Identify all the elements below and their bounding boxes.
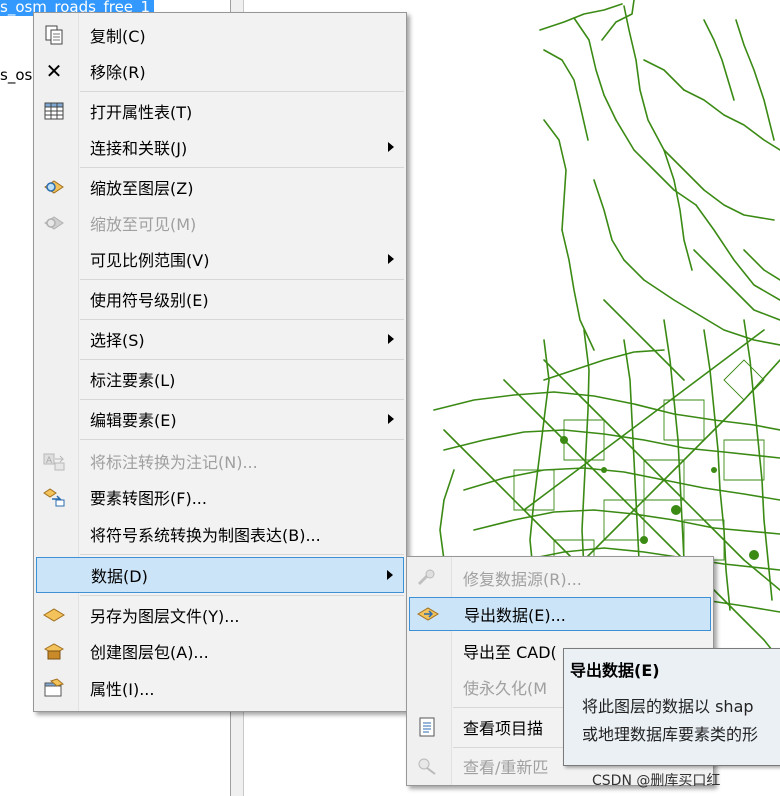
- export-data-icon: [416, 603, 440, 625]
- menu-item-label: 缩放至可见(M): [90, 215, 197, 234]
- menu-separator: [80, 319, 404, 320]
- menu-item-properties[interactable]: 属性(I)...: [36, 669, 404, 707]
- submenu-arrow-icon: [388, 334, 394, 344]
- tooltip-description-line: 或地理数据库要素类的形: [582, 725, 759, 744]
- menu-item-edit-features[interactable]: 编辑要素(E): [36, 401, 404, 437]
- menu-item-zoom-to-visible[interactable]: 缩放至可见(M): [36, 205, 404, 241]
- properties-icon: [42, 677, 66, 699]
- table-icon: [42, 100, 66, 122]
- menu-item-remove[interactable]: ✕ 移除(R): [36, 53, 404, 89]
- menu-item-label: 使用符号级别(E): [90, 291, 209, 310]
- menu-item-label: 修复数据源(R)...: [463, 570, 582, 589]
- menu-item-label: 另存为图层文件(Y)...: [90, 607, 240, 626]
- toc-layer-item[interactable]: s_os: [0, 66, 32, 84]
- features-to-graphics-icon: [42, 486, 66, 508]
- layer-context-menu: 复制(C) ✕ 移除(R) 打开属性表(T) 连接和关联(J) 缩放至图层(Z)…: [33, 12, 407, 712]
- tooltip-description-line: 将此图层的数据以 shap: [582, 697, 754, 716]
- submenu-arrow-icon: [388, 414, 394, 424]
- copy-icon: [42, 24, 66, 46]
- menu-item-label: 数据(D): [91, 567, 148, 586]
- menu-item-convert-labels[interactable]: A 将标注转换为注记(N)...: [36, 443, 404, 479]
- menu-item-label: 复制(C): [90, 26, 146, 46]
- item-description-icon: [415, 716, 439, 738]
- menu-item-label-features[interactable]: 标注要素(L): [36, 361, 404, 397]
- menu-item-label: 要素转图形(F)...: [90, 489, 207, 508]
- menu-item-label: 缩放至图层(Z): [90, 179, 194, 198]
- menu-item-label: 导出数据(E)...: [464, 606, 566, 625]
- rematch-icon: [415, 755, 439, 777]
- menu-separator: [80, 167, 404, 168]
- menu-item-label: 选择(S): [90, 331, 145, 350]
- menu-item-selection[interactable]: 选择(S): [36, 321, 404, 357]
- menu-item-label: 标注要素(L): [90, 371, 176, 390]
- menu-item-label: 导出至 CAD(: [463, 643, 557, 662]
- menu-item-label: 将符号系统转换为制图表达(B)...: [90, 526, 321, 545]
- menu-item-label: 编辑要素(E): [90, 411, 177, 430]
- convert-labels-icon: A: [42, 450, 66, 472]
- repair-source-icon: [415, 567, 439, 589]
- menu-separator: [80, 279, 404, 280]
- menu-item-features-to-graphics[interactable]: 要素转图形(F)...: [36, 479, 404, 515]
- submenu-arrow-icon: [388, 142, 394, 152]
- menu-item-export-data[interactable]: 导出数据(E)...: [409, 597, 711, 631]
- menu-item-use-symbol-levels[interactable]: 使用符号级别(E): [36, 281, 404, 317]
- tooltip-title: 导出数据(E): [570, 661, 660, 680]
- menu-separator: [80, 439, 404, 440]
- menu-item-data[interactable]: 数据(D): [36, 557, 404, 593]
- export-data-tooltip: 导出数据(E) 将此图层的数据以 shap 或地理数据库要素类的形: [563, 648, 780, 766]
- menu-item-label: 使永久化(M: [463, 679, 548, 698]
- menu-item-label: 创建图层包(A)...: [90, 643, 209, 662]
- submenu-arrow-icon: [388, 254, 394, 264]
- menu-item-convert-symbology[interactable]: 将符号系统转换为制图表达(B)...: [36, 515, 404, 553]
- menu-item-label: 查看/重新匹: [463, 758, 549, 777]
- svg-text:A: A: [46, 456, 53, 466]
- menu-item-create-layer-package[interactable]: 创建图层包(A)...: [36, 633, 404, 669]
- menu-item-label: 属性(I)...: [90, 680, 155, 699]
- menu-separator: [80, 595, 404, 596]
- zoom-to-visible-icon: [42, 212, 66, 234]
- watermark-text: CSDN @删库买口红: [592, 773, 721, 789]
- menu-separator: [80, 359, 404, 360]
- menu-item-save-as-layer-file[interactable]: 另存为图层文件(Y)...: [36, 597, 404, 633]
- menu-item-repair-data-source[interactable]: 修复数据源(R)...: [409, 561, 711, 595]
- menu-separator: [80, 399, 404, 400]
- menu-item-zoom-to-layer[interactable]: 缩放至图层(Z): [36, 169, 404, 205]
- menu-item-joins-relates[interactable]: 连接和关联(J): [36, 129, 404, 165]
- menu-item-visible-scale-range[interactable]: 可见比例范围(V): [36, 241, 404, 277]
- submenu-arrow-icon: [387, 570, 393, 580]
- remove-x-icon: ✕: [45, 59, 63, 83]
- menu-item-label: 查看项目描: [463, 719, 544, 738]
- menu-separator: [80, 91, 404, 92]
- menu-item-open-attribute-table[interactable]: 打开属性表(T): [36, 93, 404, 129]
- menu-item-copy[interactable]: 复制(C): [36, 17, 404, 52]
- menu-item-label: 连接和关联(J): [90, 139, 188, 158]
- menu-item-label: 打开属性表(T): [90, 103, 193, 122]
- save-layer-icon: [42, 604, 66, 626]
- zoom-to-layer-icon: [42, 176, 66, 198]
- menu-item-label: 移除(R): [90, 63, 146, 82]
- menu-item-label: 将标注转换为注记(N)...: [90, 453, 258, 472]
- menu-item-label: 可见比例范围(V): [90, 251, 210, 270]
- layer-package-icon: [42, 640, 66, 662]
- menu-separator: [80, 554, 404, 555]
